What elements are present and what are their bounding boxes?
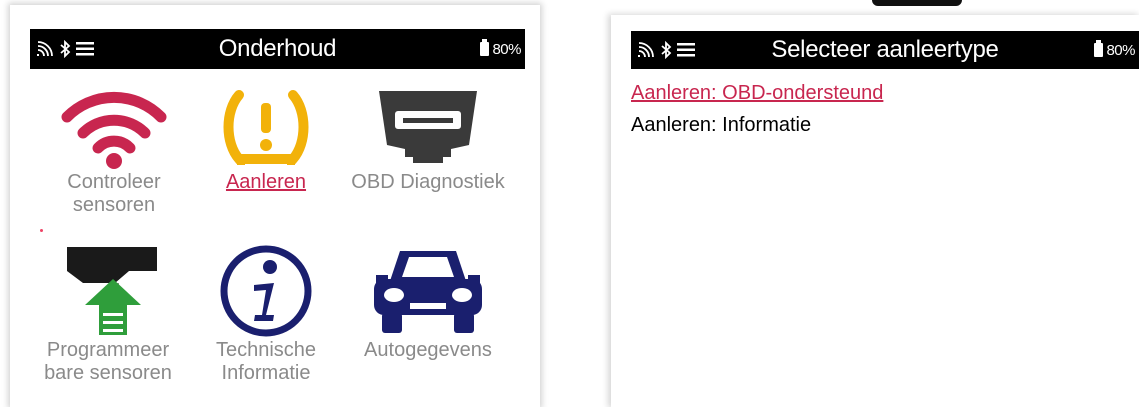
tpms-warning-icon [223, 90, 309, 165]
info-icon [220, 245, 312, 337]
tile-obd-diagnostics[interactable]: OBD Diagnostiek [348, 85, 508, 194]
battery-icon [1094, 40, 1104, 57]
status-bar: Selecteer aanleertype 80% [631, 31, 1139, 69]
tile-label: OBD Diagnostiek [351, 171, 505, 193]
relearn-type-screen: Selecteer aanleertype 80% Aanleren: OBD-… [611, 15, 1139, 407]
device-top-tab [872, 0, 962, 6]
status-bar: Onderhoud 80% [30, 29, 525, 69]
wifi-signal-icon [61, 91, 167, 169]
screen-title: Onderhoud [218, 35, 337, 62]
car-icon [374, 251, 482, 333]
tile-check-sensors[interactable]: Controleer sensoren [34, 85, 194, 217]
tile-label: Programmeer bare sensoren [44, 339, 172, 384]
obd-connector-icon [379, 91, 477, 163]
tile-label: Controleer sensoren [67, 171, 161, 216]
battery-icon [480, 39, 490, 56]
menu-item-obd-supported[interactable]: Aanleren: OBD-ondersteund [631, 77, 883, 109]
battery-indicator: 80% [480, 29, 521, 69]
menu-item-information[interactable]: Aanleren: Informatie [631, 109, 883, 141]
tile-label: Technische Informatie [215, 339, 317, 384]
relearn-type-list: Aanleren: OBD-ondersteund Aanleren: Info… [631, 77, 883, 141]
screen-title: Selecteer aanleertype [771, 36, 999, 63]
artifact-dot [40, 229, 43, 232]
tile-technical-information[interactable]: Technische Informatie [186, 243, 346, 385]
maintenance-screen: Onderhoud 80% Controleer sensoren Aanler… [10, 5, 540, 407]
sensor-upload-icon [67, 247, 157, 335]
tile-label: Aanleren [225, 171, 307, 193]
battery-level: 80% [1106, 41, 1135, 59]
tile-label: Autogegevens [364, 339, 492, 361]
battery-indicator: 80% [1094, 31, 1135, 69]
battery-level: 80% [492, 40, 521, 58]
tile-program-blank-sensors[interactable]: Programmeer bare sensoren [28, 243, 188, 385]
tile-vehicle-data[interactable]: Autogegevens [348, 243, 508, 362]
tile-relearn[interactable]: Aanleren [186, 85, 346, 194]
